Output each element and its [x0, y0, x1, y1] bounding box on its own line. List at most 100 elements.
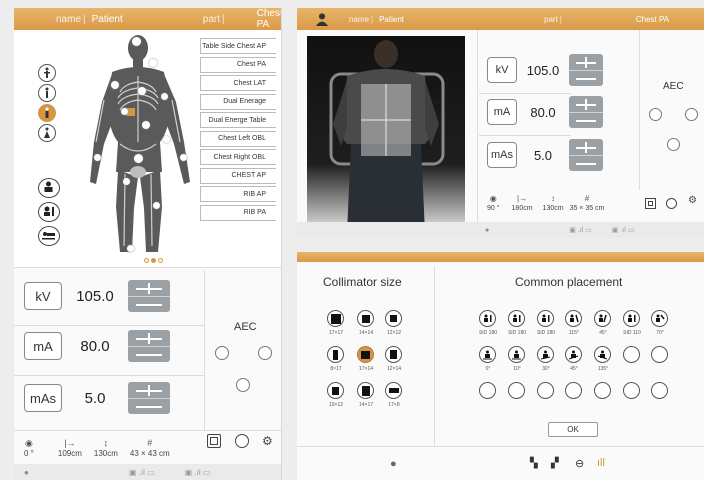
- placement-table-icon[interactable]: [479, 346, 496, 363]
- point-abdomen[interactable]: [142, 121, 150, 129]
- point-head[interactable]: [132, 37, 141, 46]
- placement-table-icon[interactable]: [565, 346, 582, 363]
- device-status-icons: ▣ .ıl ▭: [128, 467, 155, 477]
- collimator-12x14[interactable]: [385, 346, 402, 363]
- protocol-item[interactable]: RIB PA: [200, 204, 276, 221]
- aec-right-chamber[interactable]: [685, 108, 698, 121]
- aec-label: AEC: [663, 81, 684, 92]
- adult-standing-icon[interactable]: [38, 64, 56, 82]
- collimator-12x12[interactable]: [385, 310, 402, 327]
- protocol-item[interactable]: Chest Left OBL: [200, 130, 276, 147]
- patient-table-icon[interactable]: [38, 226, 60, 246]
- point-pelvis[interactable]: [134, 154, 143, 163]
- mas-stepper[interactable]: [128, 382, 170, 414]
- placement-empty-slot[interactable]: [623, 382, 640, 399]
- camera-preview[interactable]: [307, 36, 465, 233]
- user-icon[interactable]: [315, 12, 329, 26]
- ok-button[interactable]: OK: [548, 422, 598, 437]
- point-neck[interactable]: [149, 59, 157, 67]
- mas-value[interactable]: 5.0: [62, 390, 128, 407]
- ma-stepper[interactable]: [569, 96, 603, 128]
- layout-left-icon[interactable]: ▚: [530, 458, 538, 469]
- placement-tilt-icon[interactable]: [594, 310, 611, 327]
- protocol-item[interactable]: Table Side Chest AP: [200, 38, 276, 54]
- settings-icon[interactable]: ⚙: [688, 195, 697, 206]
- point-shoulder-right[interactable]: [111, 81, 119, 89]
- main-exam-panel: name | Patient part | Chest PA Table Sid…: [14, 8, 282, 480]
- tube-icon[interactable]: [666, 198, 677, 209]
- placement-table-icon[interactable]: [537, 346, 554, 363]
- mas-stepper[interactable]: [569, 139, 603, 171]
- point-chest[interactable]: [138, 87, 146, 95]
- placement-empty-slot[interactable]: [565, 382, 582, 399]
- placement-table-icon[interactable]: [594, 346, 611, 363]
- layout-right-icon[interactable]: ▞: [551, 458, 559, 469]
- placement-empty-slot[interactable]: [594, 382, 611, 399]
- placement-wall-icon[interactable]: [508, 310, 525, 327]
- protocol-item[interactable]: Dual Enerage: [200, 93, 276, 110]
- collimator-17x14[interactable]: [357, 346, 374, 363]
- point-thigh[interactable]: [123, 178, 130, 185]
- chat-icon[interactable]: ●: [24, 468, 29, 477]
- placement-empty-slot[interactable]: [651, 382, 668, 399]
- placement-empty-slot[interactable]: [623, 346, 640, 363]
- kv-stepper[interactable]: [128, 280, 170, 312]
- collimator-17x17[interactable]: [327, 310, 344, 327]
- point-hand-right[interactable]: [94, 154, 101, 161]
- placement-wall-icon[interactable]: [479, 310, 496, 327]
- aec-right-chamber[interactable]: [258, 346, 272, 360]
- point-elbow[interactable]: [163, 136, 170, 143]
- placement-empty-slot[interactable]: [651, 346, 668, 363]
- protocol-item[interactable]: Chest Right OBL: [200, 149, 276, 165]
- collimator-8x17[interactable]: [327, 346, 344, 363]
- patient-standing-icon[interactable]: [38, 178, 60, 198]
- placement-table-icon[interactable]: [508, 346, 525, 363]
- placement-tilt-icon[interactable]: [651, 310, 668, 327]
- signal-icon[interactable]: ıll: [597, 457, 605, 469]
- placement-wall-icon[interactable]: [623, 310, 640, 327]
- aec-center-chamber[interactable]: [667, 138, 680, 151]
- point-foot[interactable]: [127, 245, 134, 252]
- aec-left-chamber[interactable]: [649, 108, 662, 121]
- tube-icon[interactable]: [235, 434, 249, 448]
- protocol-item[interactable]: RIB AP: [200, 186, 276, 202]
- point-knee[interactable]: [153, 202, 160, 209]
- collimator-14x14[interactable]: [357, 310, 374, 327]
- protocol-item[interactable]: Chest PA: [200, 56, 276, 73]
- protocol-item[interactable]: Dual Energe Table: [200, 112, 276, 128]
- ma-value[interactable]: 80.0: [517, 105, 569, 120]
- collimator-14x17[interactable]: [357, 382, 374, 399]
- adult-active-icon[interactable]: [38, 104, 56, 122]
- settings-icon[interactable]: ⚙: [262, 434, 273, 448]
- zoom-icon[interactable]: ⊖: [575, 457, 584, 470]
- point-arm[interactable]: [121, 108, 128, 115]
- placement-empty-slot[interactable]: [479, 382, 496, 399]
- point-hand-left[interactable]: [180, 154, 187, 161]
- placement-wall-icon[interactable]: [537, 310, 554, 327]
- collimator-caption: 14×17: [358, 402, 374, 408]
- collimator-icon[interactable]: [207, 434, 221, 448]
- collimator-icon[interactable]: [645, 198, 656, 209]
- child-standing-icon[interactable]: [38, 84, 56, 102]
- ma-stepper[interactable]: [128, 330, 170, 362]
- aec-center-chamber[interactable]: [236, 378, 250, 392]
- anatomy-figure[interactable]: [80, 32, 200, 258]
- kv-value[interactable]: 105.0: [517, 63, 569, 78]
- placement-tilt-icon[interactable]: [565, 310, 582, 327]
- ma-value[interactable]: 80.0: [62, 338, 128, 355]
- collimator-17x8[interactable]: [385, 382, 402, 399]
- infant-icon[interactable]: [38, 124, 56, 142]
- collimator-10x12[interactable]: [327, 382, 344, 399]
- mas-value[interactable]: 5.0: [517, 148, 569, 163]
- protocol-item[interactable]: Chest LAT: [200, 75, 276, 91]
- kv-stepper[interactable]: [569, 54, 603, 86]
- placement-empty-slot[interactable]: [537, 382, 554, 399]
- patient-wall-icon[interactable]: [38, 202, 60, 222]
- kv-value[interactable]: 105.0: [62, 288, 128, 305]
- aec-left-chamber[interactable]: [215, 346, 229, 360]
- point-shoulder-left[interactable]: [161, 93, 168, 100]
- chat-icon[interactable]: ●: [390, 458, 397, 470]
- placement-empty-slot[interactable]: [508, 382, 525, 399]
- protocol-item[interactable]: CHEST AP: [200, 167, 276, 184]
- chat-icon[interactable]: ●: [485, 227, 489, 234]
